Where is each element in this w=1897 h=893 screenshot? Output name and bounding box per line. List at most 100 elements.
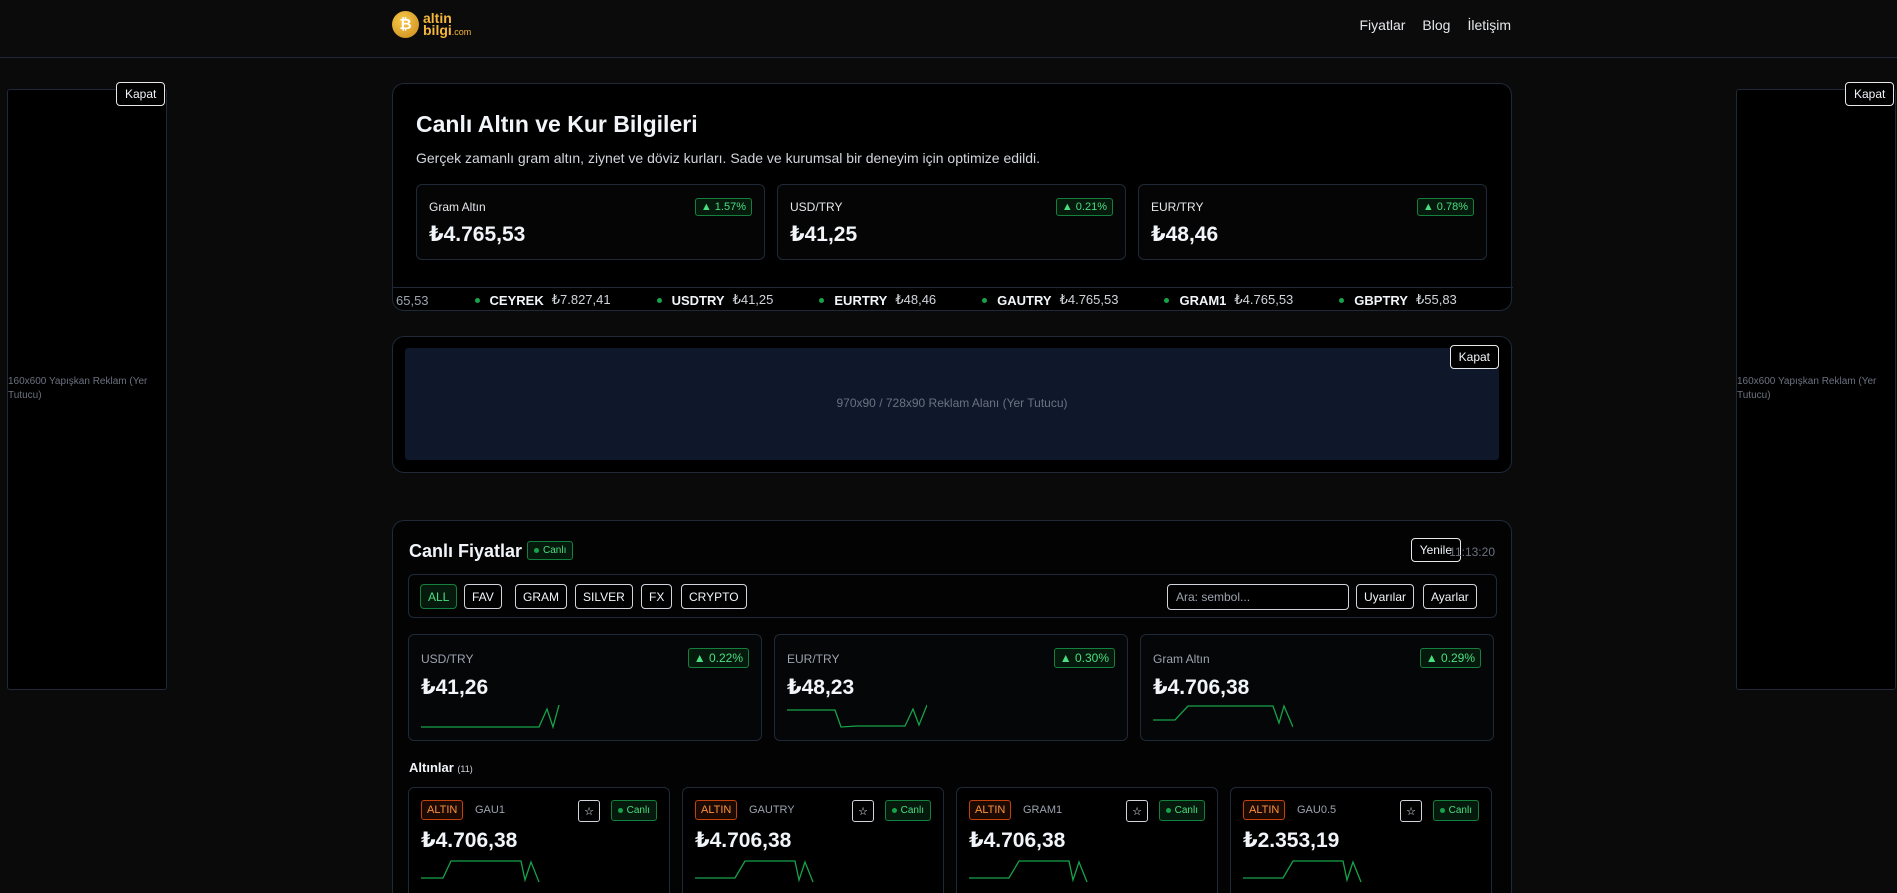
main-nav: Fiyatlar Blog İletişim: [1360, 17, 1512, 33]
live-prices-panel: Canlı Fiyatlar Canlı Yenile 11:13:20 ALL…: [392, 520, 1512, 893]
symbol-search-input[interactable]: [1167, 584, 1349, 610]
filter-chip-gram[interactable]: GRAM: [515, 584, 567, 609]
right-ad-placeholder-text: 160x600 Yapışkan Reklam (Yer Tutucu): [1737, 376, 1877, 401]
top-navbar: ₿ altin bilgi.com Fiyatlar Blog İletişim: [0, 0, 1897, 58]
logo-suffix: .com: [451, 26, 472, 37]
sparkline: [787, 704, 927, 728]
summary-card-eur-try[interactable]: EUR/TRY ▲ 0.30% ₺48,23: [774, 634, 1128, 741]
change-badge: ▲ 0.21%: [1055, 198, 1113, 216]
logo-text: altin bilgi.com: [423, 11, 472, 38]
left-ad-close-button[interactable]: Kapat: [116, 82, 166, 106]
live-status-badge: Canlı: [610, 800, 657, 821]
ticker-item[interactable]: EURTRY ₺48,46: [819, 292, 936, 308]
ticker-item[interactable]: GRAM1 ₺4.765,53: [1164, 292, 1293, 308]
ticker-item[interactable]: GAUTRY ₺4.765,53: [982, 292, 1118, 308]
filter-chip-crypto[interactable]: CRYPTO: [681, 584, 747, 609]
rate-card-label: EUR/TRY: [1151, 200, 1204, 214]
banner-ad-placeholder-text: 970x90 / 728x90 Reklam Alanı (Yer Tutucu…: [836, 396, 1068, 410]
live-prices-title: Canlı Fiyatlar: [409, 541, 523, 561]
summary-card-value: ₺48,23: [787, 676, 855, 699]
change-badge: ▲ 1.57%: [694, 198, 752, 216]
summary-card-label: Gram Altın: [1153, 652, 1210, 666]
ticker-item[interactable]: CEYREK ₺7.827,41: [474, 292, 611, 308]
asset-price: ₺2.353,19: [1243, 829, 1340, 852]
last-update-time: 11:13:20: [1449, 545, 1495, 559]
rate-card-value: ₺4.765,53: [429, 223, 526, 246]
summary-card-usd-try[interactable]: USD/TRY ▲ 0.22% ₺41,26: [408, 634, 762, 741]
change-badge: ▲ 0.30%: [1053, 648, 1115, 668]
change-badge: ▲ 0.29%: [1419, 648, 1481, 668]
asset-category-tag: ALTIN: [969, 800, 1012, 820]
banner-ad-slot[interactable]: 970x90 / 728x90 Reklam Alanı (Yer Tutucu…: [405, 348, 1499, 460]
asset-card-gau1[interactable]: ALTIN GAU1 ☆ Canlı ₺4.706,38: [408, 787, 670, 893]
asset-symbol: GAU0.5: [1297, 804, 1337, 816]
nav-link-fiyatlar[interactable]: Fiyatlar: [1360, 17, 1406, 33]
sparkline: [969, 860, 1088, 883]
left-sticky-ad[interactable]: 160x600 Yapışkan Reklam (Yer Tutucu): [7, 89, 167, 690]
rate-card-gram-altin[interactable]: Gram Altın ▲ 1.57% ₺4.765,53: [416, 184, 765, 260]
favorite-star-icon[interactable]: ☆: [852, 800, 874, 822]
logo-line-2-text: bilgi: [423, 21, 452, 38]
asset-symbol: GAU1: [475, 804, 505, 816]
settings-button[interactable]: Ayarlar: [1423, 584, 1477, 609]
asset-price: ₺4.706,38: [421, 829, 518, 852]
asset-price: ₺4.706,38: [969, 829, 1066, 852]
change-badge: ▲ 0.22%: [687, 648, 749, 668]
banner-ad-panel: 970x90 / 728x90 Reklam Alanı (Yer Tutucu…: [392, 336, 1512, 473]
hero-panel: Canlı Altın ve Kur Bilgileri Gerçek zama…: [392, 83, 1513, 311]
filter-chip-fav[interactable]: FAV: [464, 584, 502, 609]
favorite-star-icon[interactable]: ☆: [1126, 800, 1148, 822]
ticker-item[interactable]: USDTRY ₺41,25: [656, 292, 773, 308]
rate-card-value: ₺48,46: [1151, 223, 1219, 246]
asset-card-gram1[interactable]: ALTIN GRAM1 ☆ Canlı ₺4.706,38: [956, 787, 1218, 893]
filter-chip-all[interactable]: ALL: [420, 584, 458, 609]
summary-card-gram-altin[interactable]: Gram Altın ▲ 0.29% ₺4.706,38: [1140, 634, 1494, 741]
price-ticker: 65,53 CEYREK ₺7.827,41 USDTRY ₺41,25 EURTR…: [393, 287, 1513, 311]
live-status-badge: Canlı: [527, 541, 574, 560]
bitcoin-coin-icon: ₿: [392, 11, 419, 38]
nav-link-iletisim[interactable]: İletişim: [1467, 17, 1511, 33]
sparkline: [1153, 704, 1293, 728]
summary-card-label: EUR/TRY: [787, 652, 840, 666]
rate-card-label: Gram Altın: [429, 200, 486, 214]
sparkline: [1243, 860, 1362, 883]
summary-card-value: ₺41,26: [421, 676, 489, 699]
asset-price: ₺4.706,38: [695, 829, 792, 852]
logo-line-2: bilgi.com: [423, 21, 472, 38]
rate-card-usd-try[interactable]: USD/TRY ▲ 0.21% ₺41,25: [777, 184, 1126, 260]
right-sticky-ad[interactable]: 160x600 Yapışkan Reklam (Yer Tutucu): [1736, 89, 1896, 690]
sparkline: [695, 860, 814, 883]
live-status-badge: Canlı: [884, 800, 931, 821]
favorite-star-icon[interactable]: ☆: [578, 800, 600, 822]
hero-title: Canlı Altın ve Kur Bilgileri: [416, 111, 698, 137]
change-badge: ▲ 0.78%: [1416, 198, 1474, 216]
favorite-star-icon[interactable]: ☆: [1400, 800, 1422, 822]
left-ad-placeholder-text: 160x600 Yapışkan Reklam (Yer Tutucu): [8, 376, 148, 401]
live-dot-icon: [534, 547, 539, 553]
ticker-item[interactable]: GBPTRY ₺55,83: [1339, 292, 1457, 308]
ticker-fragment: 65,53: [396, 292, 429, 308]
filter-chip-fx[interactable]: FX: [641, 584, 673, 609]
filter-chip-silver[interactable]: SILVER: [575, 584, 633, 609]
rate-card-eur-try[interactable]: EUR/TRY ▲ 0.78% ₺48,46: [1138, 184, 1487, 260]
asset-symbol: GAUTRY: [749, 804, 795, 816]
summary-card-value: ₺4.706,38: [1153, 676, 1250, 699]
filter-bar: ALL FAV GRAM SILVER FX CRYPTO Uyarılar A…: [408, 574, 1497, 618]
asset-category-tag: ALTIN: [1243, 800, 1286, 820]
banner-ad-close-button[interactable]: Kapat: [1449, 345, 1499, 369]
asset-card-gau05[interactable]: ALTIN GAU0.5 ☆ Canlı ₺2.353,19: [1230, 787, 1492, 893]
alerts-button[interactable]: Uyarılar: [1356, 584, 1415, 609]
nav-link-blog[interactable]: Blog: [1422, 17, 1450, 33]
asset-card-gautry[interactable]: ALTIN GAUTRY ☆ Canlı ₺4.706,38: [682, 787, 944, 893]
live-status-badge: Canlı: [1432, 800, 1479, 821]
site-logo[interactable]: ₿ altin bilgi.com: [392, 11, 471, 38]
asset-symbol: GRAM1: [1023, 804, 1063, 816]
right-ad-close-button[interactable]: Kapat: [1845, 82, 1895, 106]
sparkline: [421, 704, 560, 730]
asset-category-tag: ALTIN: [421, 800, 464, 820]
rate-card-value: ₺41,25: [790, 223, 858, 246]
asset-category-tag: ALTIN: [695, 800, 738, 820]
hero-subtitle: Gerçek zamanlı gram altın, ziynet ve döv…: [416, 150, 1041, 166]
summary-card-label: USD/TRY: [421, 652, 474, 666]
section-title-altinlar: Altınlar (11): [409, 760, 473, 775]
